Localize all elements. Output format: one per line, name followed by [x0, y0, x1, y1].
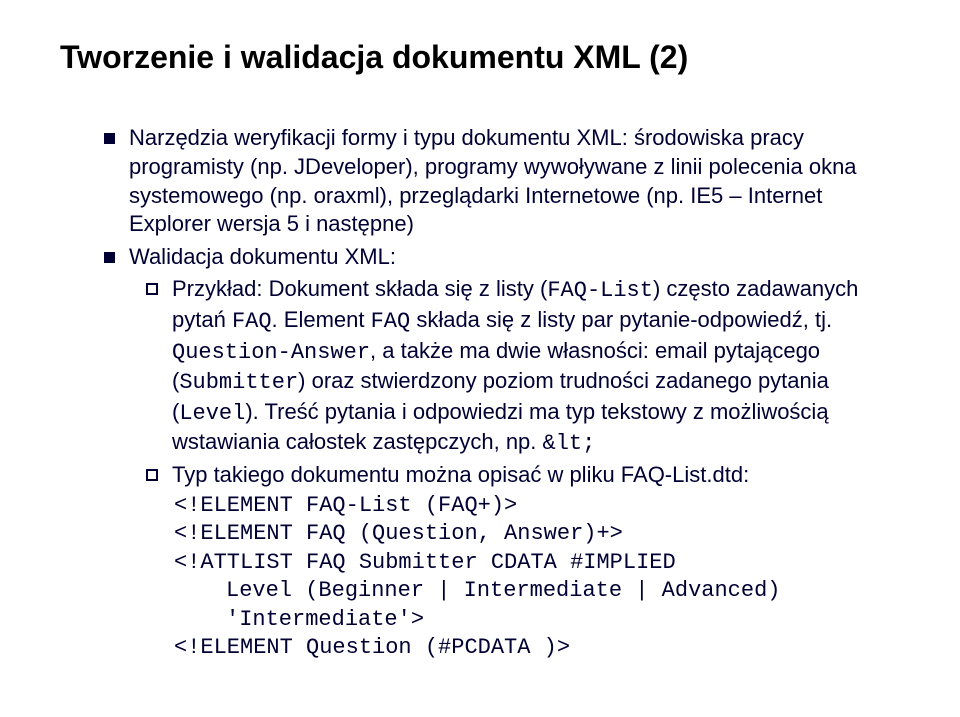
sub-1: Przykład: Dokument składa się z listy (F… [146, 275, 900, 459]
empty-square-icon [146, 469, 158, 481]
code-line-3: <!ATTLIST FAQ Submitter CDATA #IMPLIED [174, 549, 900, 578]
t: ). Treść pytania i odpowiedzi ma typ tek… [172, 399, 829, 455]
sub-2: Typ takiego dokumentu można opisać w pli… [146, 461, 900, 490]
code-span: Level [179, 401, 245, 426]
code-line-6: <!ELEMENT Question (#PCDATA )> [174, 634, 900, 663]
sub-bullets: Przykład: Dokument składa się z listy (F… [104, 275, 900, 663]
code-span: FAQ [371, 309, 411, 334]
bullet-2-text: Walidacja dokumentu XML: [129, 243, 396, 272]
sub-1-text: Przykład: Dokument składa się z listy (F… [172, 275, 900, 459]
bullet-1-text: Narzędzia weryfikacji formy i typu dokum… [129, 124, 900, 238]
code-line-1: <!ELEMENT FAQ-List (FAQ+)> [174, 492, 900, 521]
bullet-square-icon [104, 133, 115, 144]
bullet-square-icon [104, 252, 115, 263]
code-span: Question-Answer [172, 340, 370, 365]
slide-content: Narzędzia weryfikacji formy i typu dokum… [60, 124, 900, 663]
code-line-2: <!ELEMENT FAQ (Question, Answer)+> [174, 520, 900, 549]
code-line-4: Level (Beginner | Intermediate | Advance… [174, 577, 900, 606]
t: Przykład: Dokument składa się z listy ( [172, 276, 547, 301]
t: składa się z listy par pytanie-odpowiedź… [410, 307, 832, 332]
bullet-1: Narzędzia weryfikacji formy i typu dokum… [104, 124, 900, 238]
code-span: Submitter [179, 370, 298, 395]
slide-title: Tworzenie i walidacja dokumentu XML (2) [60, 38, 900, 76]
t: . Element [272, 307, 371, 332]
code-span: FAQ [232, 309, 272, 334]
sub-2-text: Typ takiego dokumentu można opisać w pli… [172, 461, 749, 490]
code-line-5: 'Intermediate'> [174, 606, 900, 635]
empty-square-icon [146, 283, 158, 295]
code-span: FAQ-List [547, 278, 653, 303]
code-block: <!ELEMENT FAQ-List (FAQ+)> <!ELEMENT FAQ… [146, 492, 900, 664]
code-span: &lt; [543, 431, 596, 456]
bullet-2: Walidacja dokumentu XML: [104, 243, 900, 272]
